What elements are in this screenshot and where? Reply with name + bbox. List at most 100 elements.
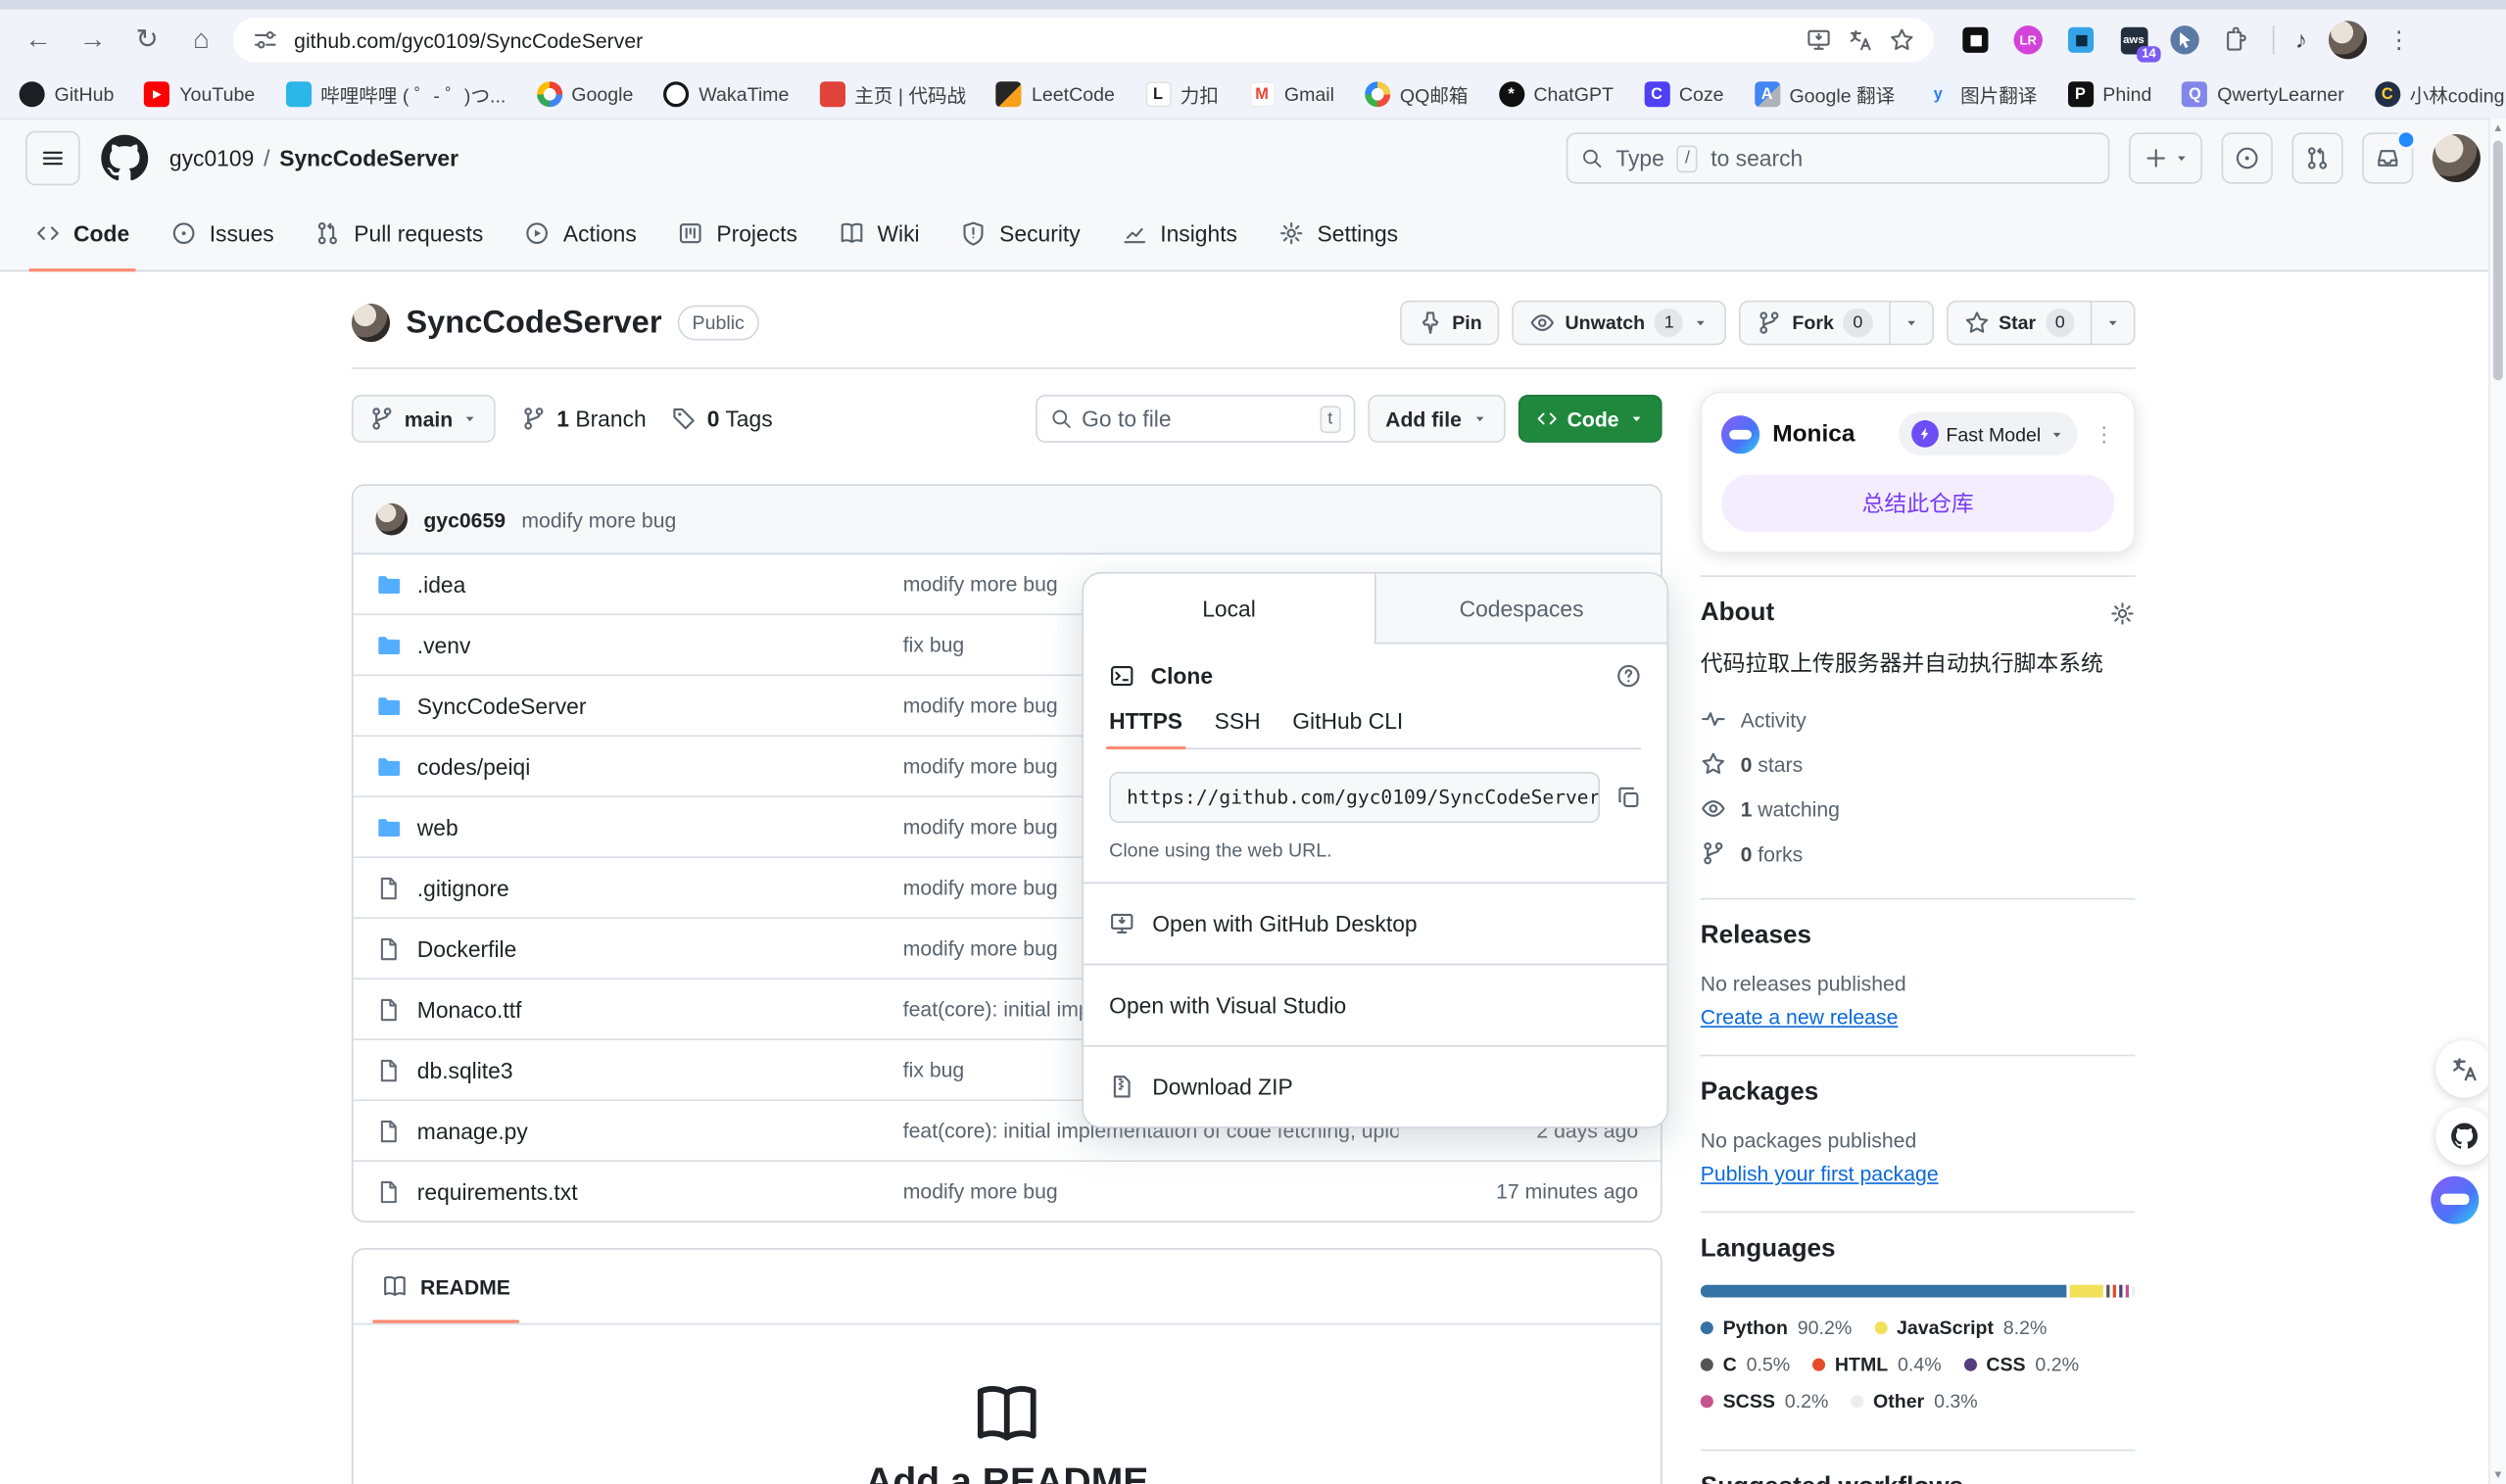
scrollbar-thumb[interactable]	[2493, 141, 2503, 381]
language-legend-item[interactable]: C0.5%	[1701, 1354, 1790, 1376]
tab-issues[interactable]: Issues	[159, 197, 287, 270]
tab-local[interactable]: Local	[1084, 574, 1374, 645]
table-row[interactable]: requirements.txtmodify more bug17 minute…	[354, 1160, 1661, 1221]
publish-package-link[interactable]: Publish your first package	[1701, 1162, 1939, 1185]
commit-message-cell[interactable]: modify more bug	[903, 1179, 1399, 1203]
copy-icon[interactable]	[1615, 785, 1641, 810]
download-zip-item[interactable]: Download ZIP	[1109, 1047, 1641, 1127]
monica-floating-button[interactable]	[2426, 1172, 2483, 1229]
branch-selector-button[interactable]: main	[352, 395, 496, 443]
clone-help-icon[interactable]	[1615, 663, 1641, 689]
bookmark-item[interactable]: LeetCode	[996, 81, 1115, 107]
side-tool-translate-button[interactable]	[2435, 1040, 2493, 1098]
bookmark-item[interactable]: C小林coding	[2375, 80, 2505, 108]
github-logo-icon[interactable]	[99, 132, 150, 183]
translate-icon[interactable]	[1848, 27, 1873, 53]
language-legend-item[interactable]: Other0.3%	[1851, 1390, 1977, 1412]
add-file-button[interactable]: Add file	[1368, 395, 1505, 443]
tab-codespaces[interactable]: Codespaces	[1374, 574, 1667, 645]
file-name-cell[interactable]: Dockerfile	[375, 935, 902, 961]
latest-commit-row[interactable]: gyc0659 modify more bug	[354, 486, 1661, 554]
file-name[interactable]: web	[417, 814, 458, 839]
bookmark-item[interactable]: QQwertyLearner	[2182, 81, 2343, 107]
star-button[interactable]: Star 0	[1946, 301, 2092, 346]
commit-author[interactable]: gyc0659	[423, 507, 506, 531]
file-name[interactable]: SyncCodeServer	[417, 693, 587, 718]
file-name[interactable]: .venv	[417, 632, 471, 657]
tab-wiki[interactable]: Wiki	[826, 197, 932, 270]
bookmark-item[interactable]: PPhind	[2067, 81, 2151, 107]
file-name[interactable]: Dockerfile	[417, 935, 517, 961]
bookmark-item[interactable]: WakaTime	[663, 81, 789, 107]
file-name[interactable]: Monaco.ttf	[417, 996, 522, 1022]
bookmark-item[interactable]: Google	[536, 81, 633, 107]
tab-pull-requests[interactable]: Pull requests	[303, 197, 496, 270]
tab-projects[interactable]: Projects	[665, 197, 810, 270]
bookmark-item[interactable]: QQ邮箱	[1365, 80, 1469, 108]
commit-message[interactable]: modify more bug	[521, 507, 676, 531]
bookmark-item[interactable]: 主页 | 代码战	[819, 80, 966, 108]
language-legend-item[interactable]: JavaScript8.2%	[1874, 1316, 2047, 1339]
file-name-cell[interactable]: SyncCodeServer	[375, 693, 902, 718]
clone-tab-ssh[interactable]: SSH	[1215, 708, 1261, 748]
file-name-cell[interactable]: .gitignore	[375, 875, 902, 900]
page-scrollbar[interactable]: ▲ ▼	[2488, 119, 2506, 1484]
branches-link[interactable]: 1 Branch	[521, 406, 646, 431]
file-name-cell[interactable]: db.sqlite3	[375, 1057, 902, 1082]
tags-link[interactable]: 0 Tags	[672, 406, 773, 431]
language-legend-item[interactable]: SCSS0.2%	[1701, 1390, 1829, 1412]
global-search-input[interactable]: Type / to search	[1566, 132, 2110, 183]
fork-dropdown-button[interactable]	[1890, 301, 1933, 346]
create-new-button[interactable]	[2129, 132, 2202, 183]
address-bar[interactable]: github.com/gyc0109/SyncCodeServer	[233, 18, 1934, 63]
file-name[interactable]: .idea	[417, 571, 466, 597]
about-meta-stars[interactable]: 0 stars	[1701, 742, 2136, 787]
browser-menu-icon[interactable]: ⋮	[2386, 25, 2410, 54]
star-dropdown-button[interactable]	[2092, 301, 2135, 346]
tab-insights[interactable]: Insights	[1109, 197, 1250, 270]
monica-model-selector[interactable]: Fast Model	[1898, 412, 2077, 455]
issues-dashboard-button[interactable]	[2222, 132, 2273, 183]
file-name[interactable]: requirements.txt	[417, 1178, 578, 1204]
extension-dark-frame-icon[interactable]	[1959, 24, 1992, 56]
bookmark-item[interactable]: y图片翻译	[1925, 80, 2037, 108]
language-legend-item[interactable]: HTML0.4%	[1812, 1354, 1942, 1376]
unwatch-button[interactable]: Unwatch 1	[1513, 301, 1727, 346]
site-info-icon[interactable]	[253, 27, 278, 53]
file-name-cell[interactable]: .idea	[375, 571, 902, 597]
language-legend-item[interactable]: CSS0.2%	[1964, 1354, 2080, 1376]
side-tool-github-extension-button[interactable]	[2435, 1108, 2493, 1166]
tab-code[interactable]: Code	[23, 197, 142, 270]
bookmark-item[interactable]: MGmail	[1249, 81, 1334, 107]
tab-settings[interactable]: Settings	[1266, 197, 1411, 270]
tab-security[interactable]: Security	[948, 197, 1093, 270]
file-name-cell[interactable]: .venv	[375, 632, 902, 657]
about-meta-forks[interactable]: 0 forks	[1701, 831, 2136, 876]
pull-requests-dashboard-button[interactable]	[2291, 132, 2342, 183]
bookmark-item[interactable]: *ChatGPT	[1498, 81, 1613, 107]
bookmark-star-icon[interactable]	[1889, 27, 1914, 53]
pin-button[interactable]: Pin	[1399, 301, 1499, 346]
file-name-cell[interactable]: web	[375, 814, 902, 839]
install-app-icon[interactable]	[1806, 27, 1831, 53]
home-icon[interactable]: ⌂	[179, 18, 224, 63]
go-to-file-input[interactable]: Go to file t	[1036, 395, 1355, 443]
scrollbar-up-arrow[interactable]: ▲	[2490, 119, 2506, 138]
clone-url-input[interactable]: https://github.com/gyc0109/SyncCodeServe…	[1109, 772, 1600, 823]
monica-menu-icon[interactable]: ⋮	[2094, 421, 2114, 447]
bookmark-item[interactable]: ▶YouTube	[144, 81, 255, 107]
file-name-cell[interactable]: Monaco.ttf	[375, 996, 902, 1022]
breadcrumb-repo[interactable]: SyncCodeServer	[279, 145, 458, 170]
open-github-desktop-item[interactable]: Open with GitHub Desktop	[1109, 884, 1641, 964]
file-name-cell[interactable]: codes/peiqi	[375, 753, 902, 779]
extension-blue-frame-icon[interactable]	[2065, 24, 2097, 56]
clone-tab-github-cli[interactable]: GitHub CLI	[1292, 708, 1403, 748]
file-name-cell[interactable]: requirements.txt	[375, 1178, 902, 1204]
language-legend-item[interactable]: Python90.2%	[1701, 1316, 1852, 1339]
readme-tab[interactable]: README	[382, 1250, 510, 1323]
create-release-link[interactable]: Create a new release	[1701, 1005, 1899, 1029]
notifications-inbox-button[interactable]	[2362, 132, 2413, 183]
bookmark-item[interactable]: CCoze	[1644, 81, 1724, 107]
file-name[interactable]: manage.py	[417, 1118, 528, 1143]
about-settings-gear-icon[interactable]	[2109, 600, 2135, 626]
